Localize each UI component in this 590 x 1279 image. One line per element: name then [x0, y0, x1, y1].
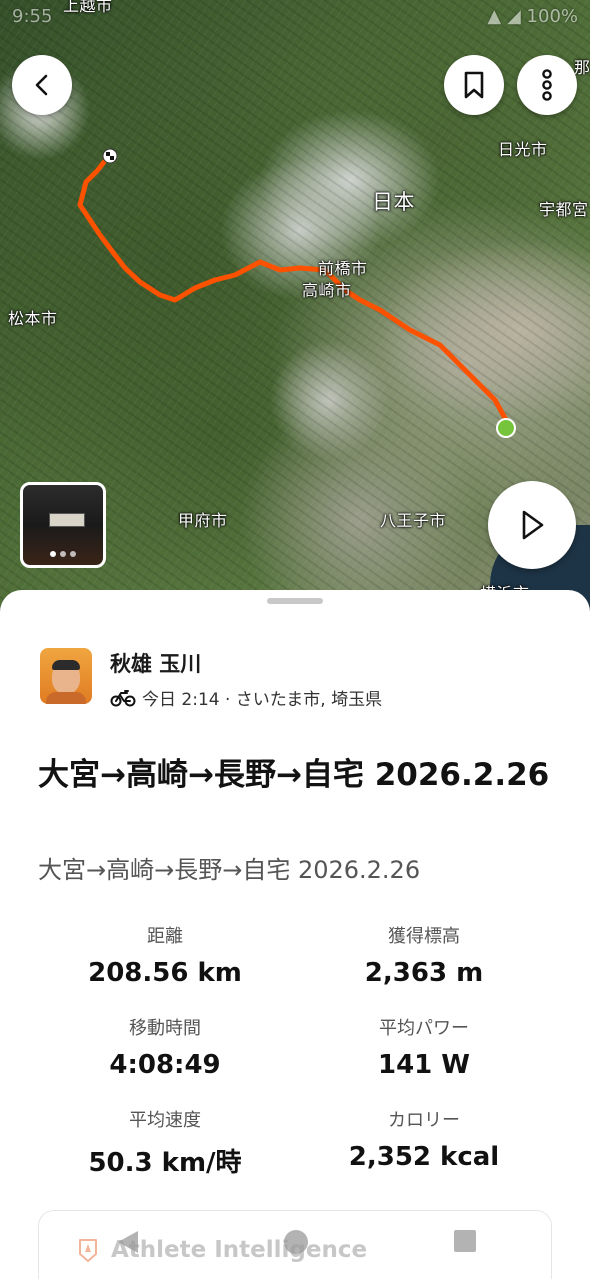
stat-label: 距離: [147, 926, 183, 947]
stat-moving-time: 移動時間 4:08:49: [45, 1014, 285, 1080]
status-icons: ▲ ◢ 100%: [487, 6, 578, 27]
city-nikko: 日光市: [498, 140, 548, 159]
photo-dot: [60, 551, 66, 557]
play-flyover-button[interactable]: [488, 481, 576, 569]
nav-back-icon[interactable]: [116, 1229, 140, 1255]
avatar-shirt: [46, 692, 86, 704]
photo-dot: [70, 551, 76, 557]
stat-elevation-gain: 獲得標高 2,363 m: [304, 922, 544, 988]
stat-label: 獲得標高: [388, 926, 460, 947]
sheet-drag-handle[interactable]: [267, 598, 323, 604]
activity-photo-thumbnail[interactable]: [20, 482, 106, 568]
photo-pager: [23, 551, 103, 557]
stat-distance: 距離 208.56 km: [45, 922, 285, 988]
nav-home-icon[interactable]: [283, 1229, 309, 1255]
stat-value: 4:08:49: [109, 1050, 221, 1080]
system-navigation-bar: [0, 1215, 590, 1279]
city-utsunomiya: 宇都宮: [539, 200, 589, 219]
city-takasaki: 高崎市: [302, 281, 352, 300]
stat-value: 2,352 kcal: [348, 1142, 500, 1172]
city-maebashi: 前橋市: [318, 259, 368, 278]
stat-label: 平均パワー: [379, 1018, 469, 1039]
stat-average-speed: 平均速度 50.3 km/時: [45, 1106, 285, 1179]
bookmark-icon: [464, 71, 484, 99]
bicycle-icon: [110, 689, 136, 706]
back-button[interactable]: [12, 55, 72, 115]
avatar[interactable]: [40, 648, 92, 704]
activity-meta: 今日 2:14 · さいたま市, 埼玉県: [110, 685, 382, 710]
athlete-name[interactable]: 秋雄 玉川: [110, 648, 201, 678]
stat-value: 50.3 km/時: [88, 1148, 242, 1178]
city-hachioji: 八王子市: [380, 511, 447, 530]
city-kofu: 甲府市: [178, 511, 228, 530]
route-map[interactable]: 上越市 日光市 日本 宇都宮 前橋市 高崎市 松本市 甲府市 八王子市 横浜市 …: [0, 0, 590, 620]
chevron-left-icon: [35, 74, 48, 96]
avatar-hair: [52, 660, 80, 670]
stat-value: 2,363 m: [364, 958, 484, 988]
city-japan: 日本: [372, 190, 415, 214]
stat-label: カロリー: [388, 1110, 460, 1131]
photo-dot: [50, 551, 56, 557]
finish-flag-icon: [102, 148, 118, 164]
more-vertical-icon: [542, 69, 552, 101]
status-time: 9:55: [12, 6, 53, 27]
bookmark-button[interactable]: [444, 55, 504, 115]
stat-average-power: 平均パワー 141 W: [304, 1014, 544, 1080]
stat-label: 移動時間: [129, 1018, 201, 1039]
status-bar: 9:55 ▲ ◢ 100%: [12, 6, 578, 30]
stat-value: 208.56 km: [88, 958, 242, 988]
activity-title: 大宮→高崎→長野→自宅 2026.2.26: [38, 757, 550, 793]
activity-description: 大宮→高崎→長野→自宅 2026.2.26: [38, 856, 421, 884]
more-options-button[interactable]: [517, 55, 577, 115]
start-point-marker: [496, 418, 516, 438]
city-na: 那: [574, 58, 590, 77]
city-matsumoto: 松本市: [8, 309, 58, 328]
stat-label: 平均速度: [129, 1110, 201, 1131]
stat-value: 141 W: [377, 1050, 470, 1080]
play-icon: [522, 510, 544, 540]
stat-calories: カロリー 2,352 kcal: [304, 1106, 544, 1172]
photo-sign: [49, 513, 85, 527]
nav-recents-icon[interactable]: [453, 1229, 477, 1253]
activity-details-sheet: 秋雄 玉川 今日 2:14 · さいたま市, 埼玉県 大宮→高崎→長野→自宅 2…: [0, 590, 590, 1279]
activity-date-location: 今日 2:14 · さいたま市, 埼玉県: [142, 690, 383, 710]
